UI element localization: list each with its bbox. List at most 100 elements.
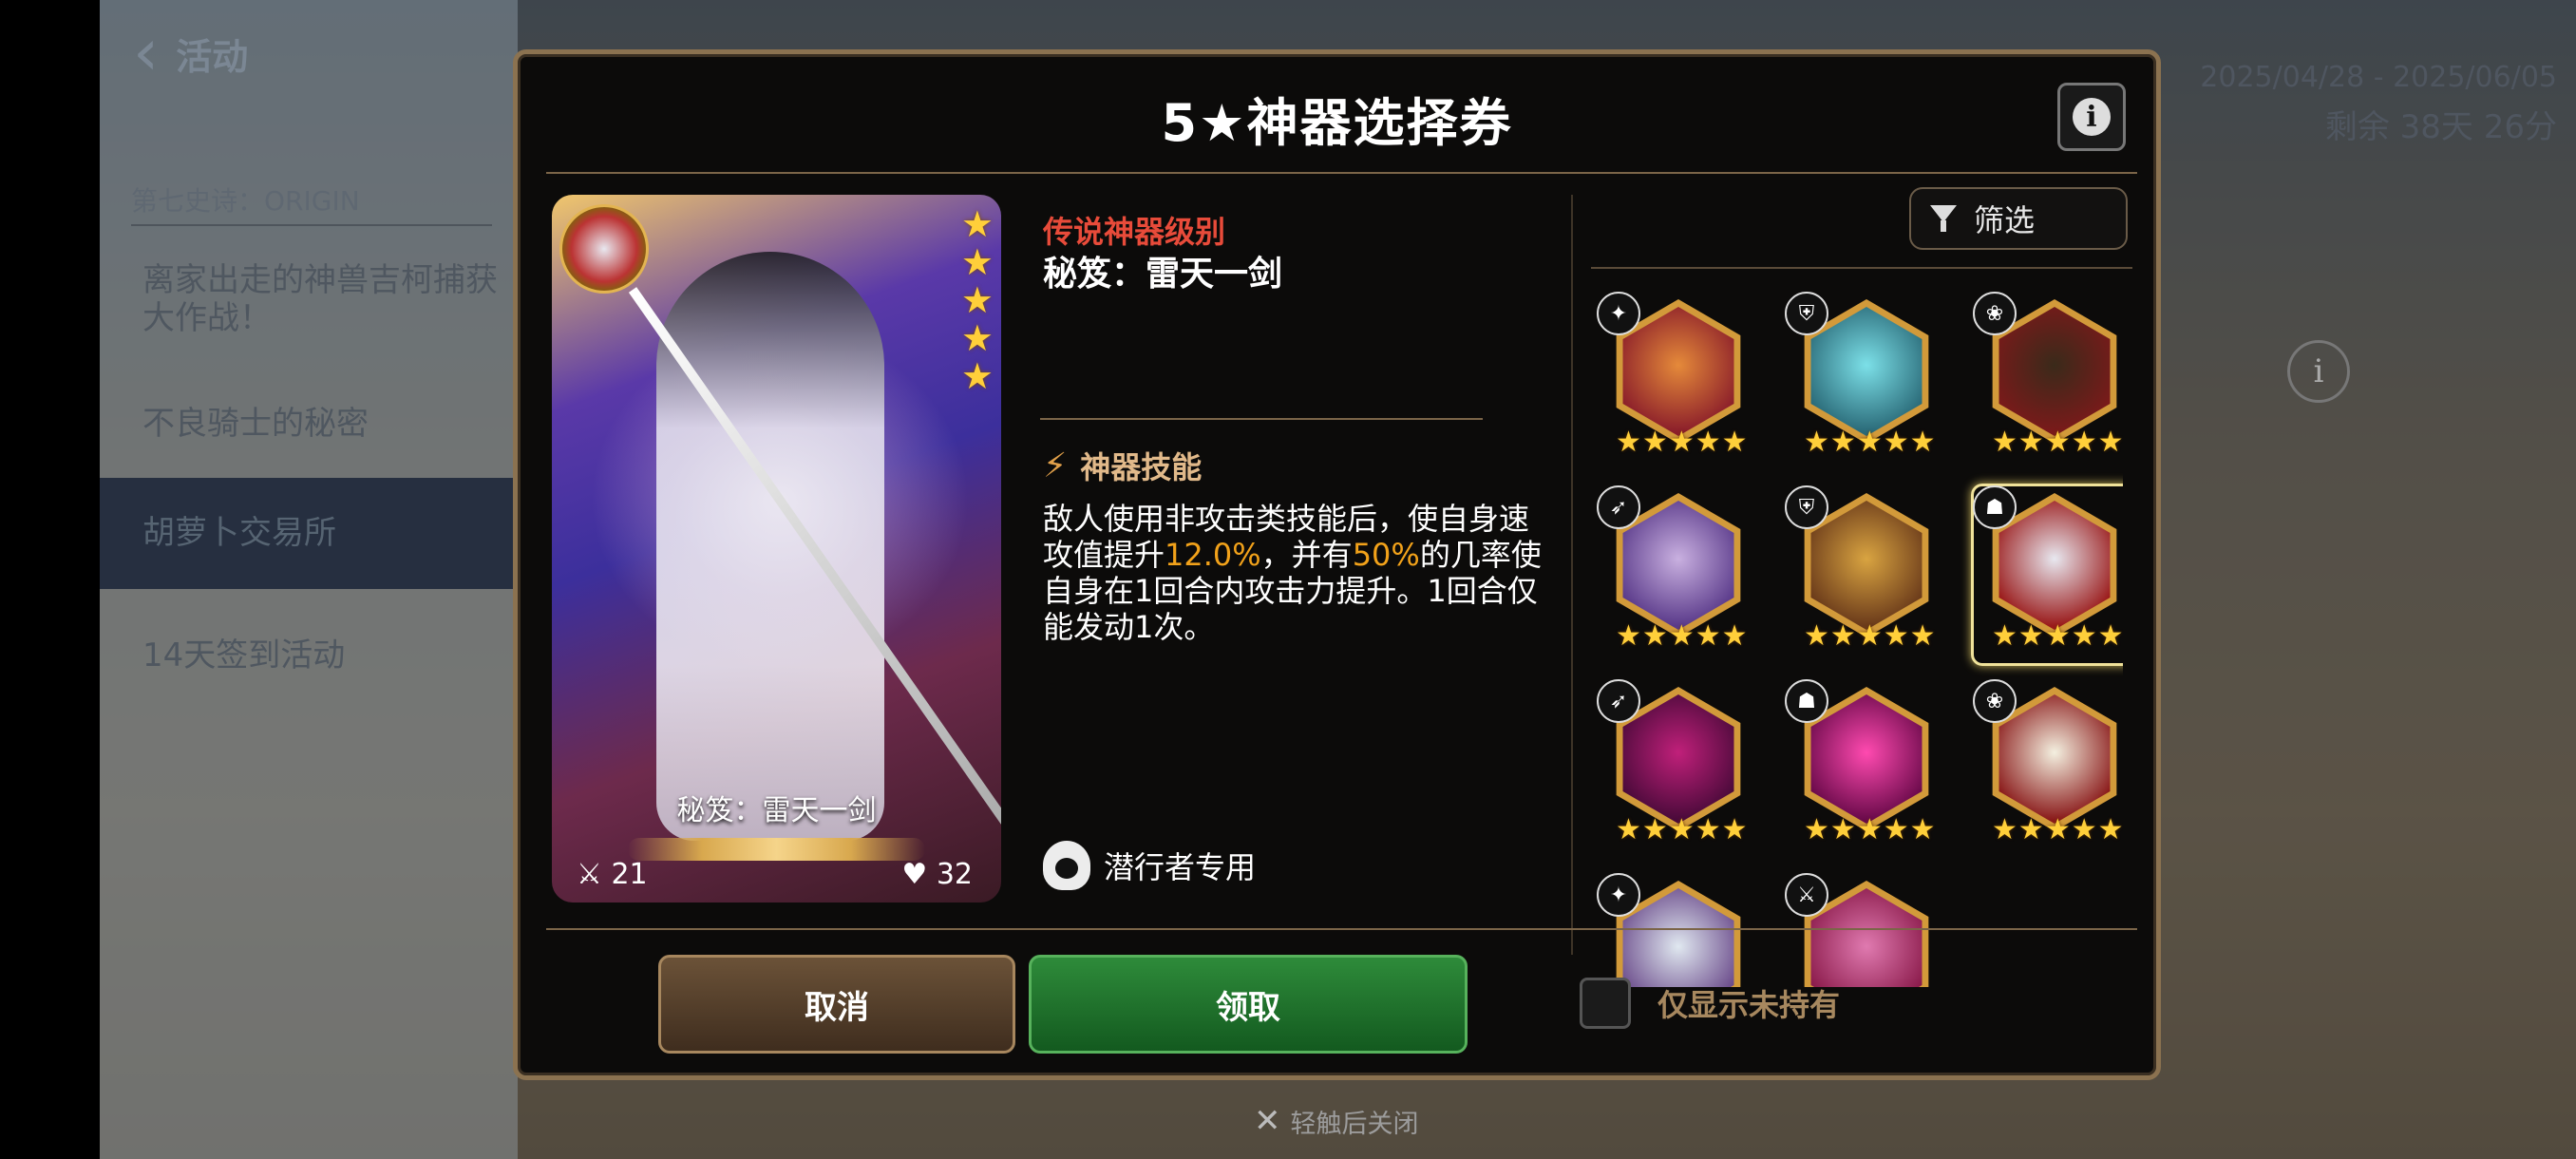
dialog-title: 5★神器选择券	[1161, 93, 1513, 153]
skill-value-speed: 12.0%	[1165, 537, 1261, 573]
artifact-tile[interactable]: ⛨ ★ ★ ★ ★ ★	[1779, 292, 1954, 466]
scroll-badge-icon	[559, 204, 649, 294]
exclusive-label: 潜行者专用	[1104, 849, 1257, 885]
info-button[interactable]: i	[2057, 83, 2126, 151]
star-icon: ★	[1641, 813, 1668, 846]
star-icon: ★	[2071, 813, 2097, 846]
star-icon: ★	[1695, 619, 1721, 653]
grid-divider	[1591, 267, 2132, 269]
star-icon: ★	[1616, 813, 1641, 846]
star-icon: ★	[1721, 813, 1748, 846]
artifact-stars: ★ ★ ★ ★ ★	[1616, 622, 1748, 651]
star-icon: ★	[1856, 619, 1883, 653]
star-icon: ★	[1883, 619, 1909, 653]
star-icon: ★	[1695, 813, 1721, 846]
show-unowned-label[interactable]: 仅显示未持有	[1657, 981, 1840, 1025]
artifact-tile[interactable]: ❀ ★ ★ ★ ★ ★	[1967, 679, 2123, 854]
star-icon: ★	[2044, 619, 2071, 653]
screen-left-margin	[0, 0, 100, 1159]
skill-description: 敌人使用非攻击类技能后，使自身速攻值提升12.0%，并有50%的几率使自身在1回…	[1043, 501, 1542, 645]
artifact-tile[interactable]: ☗ ★ ★ ★ ★ ★	[1967, 484, 2123, 666]
sidebar-item-event-4[interactable]: 14天签到活动	[100, 629, 518, 675]
soul-weaver-class-icon: ❀	[1973, 679, 2017, 723]
artifact-tile[interactable]: ⚔★★★★★	[1779, 873, 1954, 987]
artifact-stars: ★ ★ ★ ★ ★	[1804, 816, 1936, 845]
sidebar-item-event-2[interactable]: 不良骑士的秘密	[100, 397, 518, 444]
star-icon: ★	[1641, 426, 1668, 459]
star-icon: ★	[2044, 426, 2071, 459]
card-ornament	[628, 838, 925, 861]
star-icon: ★	[2097, 619, 2123, 653]
artifact-tile[interactable]: ✦★★★★★	[1591, 873, 1766, 987]
artifact-name: 秘笈：雷天一剑	[1043, 255, 1283, 294]
star-icon: ★	[1856, 813, 1883, 846]
star-icon: ★	[1804, 619, 1829, 653]
star-icon: ★	[1883, 426, 1909, 459]
star-icon: ★	[1668, 813, 1695, 846]
footer-divider	[546, 928, 2137, 930]
knight-class-icon: ⛨	[1785, 292, 1828, 335]
card-stars: ★ ★ ★ ★ ★	[961, 206, 994, 394]
artifact-tile[interactable]: ✦ ★★★★★	[1591, 292, 1766, 466]
mage-class-icon: ✦	[1597, 873, 1640, 917]
attack-value: 21	[611, 858, 648, 891]
back-label: 活动	[176, 35, 249, 78]
show-unowned-checkbox[interactable]	[1580, 978, 1631, 1029]
mage-class-icon: ✦	[1597, 292, 1640, 335]
star-icon: ★	[1804, 426, 1829, 459]
artifact-card: ★ ★ ★ ★ ★ 秘笈：雷天一剑 ⚔ 21 ♥ 32	[552, 195, 1001, 902]
cancel-button[interactable]: 取消	[658, 955, 1015, 1054]
knight-class-icon: ⛨	[1785, 485, 1828, 529]
artifact-grid[interactable]: ✦ ★ ★ ★ ★ ★ ⛨ ★ ★ ★ ★ ★ ❀ ★ ★ ★ ★ ★ ➶ ★ ★ ★ ★ ★ ⛨ ★ ★ ★ ★ ★ ☗ ★ ★ ★ ★ ★ ➶ ★ ★ ★…	[1591, 292, 2123, 987]
star-icon: ★	[1829, 619, 1856, 653]
artifact-tile[interactable]: ➶ ★ ★ ★ ★ ★	[1591, 679, 1766, 854]
star-icon: ★	[1695, 426, 1721, 459]
star-icon: ★	[1668, 619, 1695, 653]
artifact-tile[interactable]: ➶ ★ ★ ★ ★ ★	[1591, 485, 1766, 660]
info-icon[interactable]: i	[2287, 340, 2350, 403]
tap-to-close-hint[interactable]: ✕ 轻触后关闭	[1254, 1102, 1419, 1140]
thief-class-icon: ☗	[1785, 679, 1828, 723]
star-icon: ★	[1616, 619, 1641, 653]
character-illustration	[656, 252, 884, 841]
ranger-class-icon: ➶	[1597, 679, 1640, 723]
sidebar-item-event-1[interactable]: 离家出走的神兽吉柯捕获大作战！	[100, 261, 499, 337]
back-button[interactable]: ‹ 活动	[133, 21, 248, 86]
star-icon: ★	[1992, 619, 2017, 653]
star-icon: ★	[2017, 813, 2044, 846]
card-health: ♥ 32	[901, 858, 973, 891]
star-icon: ★	[1992, 813, 2017, 846]
card-attack: ⚔ 21	[577, 858, 648, 891]
artifact-stars: ★ ★ ★ ★ ★	[1804, 428, 1936, 457]
star-icon: ★	[1856, 426, 1883, 459]
sidebar-item-event-3[interactable]: 胡萝卜交易所	[100, 478, 518, 589]
filter-label: 筛选	[1974, 202, 2036, 238]
star-icon: ★	[1668, 426, 1695, 459]
warrior-class-icon: ⚔	[1785, 873, 1828, 917]
star-icon: ★	[1641, 619, 1668, 653]
filter-button[interactable]: 筛选	[1909, 187, 2128, 250]
artifact-tile[interactable]: ⛨ ★ ★ ★ ★ ★	[1779, 485, 1954, 660]
artifact-stars: ★ ★ ★ ★ ★	[1992, 816, 2123, 845]
artifact-stars: ★ ★ ★ ★ ★	[1804, 622, 1936, 651]
artifact-stars: ★ ★ ★ ★ ★	[1616, 428, 1748, 457]
star-icon: ★	[2017, 619, 2044, 653]
star-icon: ★	[2071, 619, 2097, 653]
artifact-stars: ★ ★ ★ ★ ★	[1992, 428, 2123, 457]
star-icon: ★	[960, 317, 994, 359]
chevron-left-icon: ‹	[133, 15, 160, 90]
star-icon: ★	[1721, 426, 1748, 459]
title-divider	[546, 172, 2137, 174]
star-icon: ★	[2097, 426, 2123, 459]
sword-icon: ⚔	[577, 858, 602, 891]
star-icon: ★	[1909, 619, 1936, 653]
claim-button[interactable]: 领取	[1029, 955, 1468, 1054]
details-divider	[1040, 418, 1483, 420]
lightning-icon: ⚡	[1043, 446, 1068, 485]
artifact-tile[interactable]: ❀ ★ ★ ★ ★ ★	[1967, 292, 2123, 466]
column-divider	[1571, 195, 1573, 955]
star-icon: ★	[2097, 813, 2123, 846]
skill-value-chance: 50%	[1352, 537, 1420, 573]
star-icon: ★	[1721, 619, 1748, 653]
artifact-tile[interactable]: ☗ ★ ★ ★ ★ ★	[1779, 679, 1954, 854]
